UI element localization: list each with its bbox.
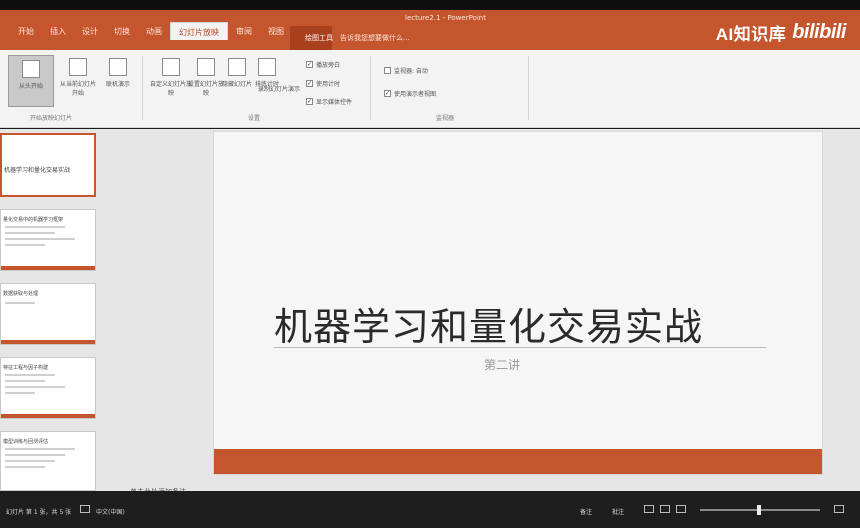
slide-sorter-icon[interactable] [660, 505, 670, 513]
bilibili-watermark: AI知识库 bilibili [715, 18, 847, 46]
tab-view[interactable]: 视图 [260, 22, 292, 40]
checkbox-timings[interactable]: ✓ 使用计时 [306, 79, 340, 88]
window-title: lecture2.1 - PowerPoint [405, 14, 486, 22]
group-separator [528, 56, 529, 120]
normal-view-icon[interactable] [644, 505, 654, 513]
slide-thumbnail-2[interactable]: 量化交易中的机器学习框架 [0, 209, 96, 271]
custom-show-button[interactable]: 自定义幻灯片放映 [150, 58, 192, 97]
slide-thumbnail-5[interactable]: 模型训练与回测评估 [0, 431, 96, 491]
tab-home[interactable]: 开始 [10, 22, 42, 40]
check-mark-icon: ✓ [306, 98, 313, 105]
slide-footer-bar [214, 449, 822, 474]
setup-show-button[interactable]: 设置幻灯片放映 [188, 58, 224, 97]
slide-thumbnail-pane: 机器学习和量化交易实战 量化交易中的机器学习框架 数据获取与处理 特征工程与因子… [0, 129, 104, 491]
slide-counter: 幻灯片 第 1 张，共 5 张 [6, 509, 72, 516]
slide-title[interactable]: 机器学习和量化交易实战 [274, 296, 703, 351]
tab-design[interactable]: 设计 [74, 22, 106, 40]
zoom-slider-handle[interactable] [757, 505, 761, 515]
check-mark-icon: ✓ [306, 80, 313, 87]
play-current-icon [69, 58, 87, 76]
hide-slide-button[interactable]: 隐藏幻灯片 [222, 58, 252, 88]
present-online-button[interactable]: 联机演示 [100, 58, 136, 88]
from-current-button[interactable]: 从当前幻灯片开始 [58, 58, 98, 97]
language-indicator[interactable]: 中文(中国) [96, 507, 125, 516]
checkbox-presenter-view[interactable]: ✓ 使用演示者视图 [384, 89, 436, 98]
tab-review[interactable]: 审阅 [228, 22, 260, 40]
group-separator [370, 56, 371, 120]
group-label-monitors: 监视器 [436, 115, 455, 122]
from-beginning-button[interactable]: 从头开始 [8, 55, 54, 107]
hide-slide-icon [228, 58, 246, 76]
play-from-start-icon [22, 60, 40, 78]
monitor-select[interactable]: 监视器: 自动 [384, 66, 428, 75]
comments-toggle[interactable]: 批注 [612, 507, 624, 516]
monitor-icon [384, 67, 391, 74]
rehearse-icon [258, 58, 276, 76]
notes-toggle[interactable]: 备注 [580, 507, 592, 516]
reading-view-icon[interactable] [676, 505, 686, 513]
slide-thumbnail-1[interactable]: 机器学习和量化交易实战 [0, 133, 96, 197]
custom-show-icon [162, 58, 180, 76]
tab-transitions[interactable]: 切换 [106, 22, 138, 40]
checkbox-narrations[interactable]: ✓ 播放旁白 [306, 60, 340, 69]
ribbon-tabs: 开始 插入 设计 切换 动画 幻灯片放映 审阅 视图 [10, 22, 292, 42]
fit-to-window-icon[interactable] [834, 505, 844, 513]
top-black-strip [0, 0, 860, 10]
tell-me-search[interactable]: 告诉我您想要做什么... [340, 33, 410, 43]
slide-thumbnail-4[interactable]: 特征工程与因子构建 [0, 357, 96, 419]
slide-thumbnail-3[interactable]: 数据获取与处理 [0, 283, 96, 345]
drawing-tools-label[interactable]: 绘图工具 [305, 33, 333, 43]
spellcheck-icon[interactable] [80, 505, 90, 513]
present-online-icon [109, 58, 127, 76]
check-mark-icon: ✓ [306, 61, 313, 68]
current-slide-canvas[interactable]: 机器学习和量化交易实战 第二讲 [213, 131, 823, 475]
tab-insert[interactable]: 插入 [42, 22, 74, 40]
group-label-start: 开始放映幻灯片 [30, 115, 73, 122]
watermark-text: AI知识库 [715, 24, 787, 44]
checkbox-media-controls[interactable]: ✓ 显示媒体控件 [306, 97, 352, 106]
title-divider [274, 347, 766, 348]
setup-show-icon [197, 58, 215, 76]
check-mark-icon: ✓ [384, 90, 391, 97]
group-separator [142, 56, 143, 120]
tab-animations[interactable]: 动画 [138, 22, 170, 40]
slide-subtitle[interactable]: 第二讲 [484, 356, 520, 373]
group-label-setup: 设置 [248, 115, 261, 122]
bilibili-logo: bilibili [792, 20, 846, 43]
record-button[interactable]: 录制幻灯片演示 [256, 84, 302, 93]
tab-slide-show[interactable]: 幻灯片放映 [170, 22, 228, 40]
